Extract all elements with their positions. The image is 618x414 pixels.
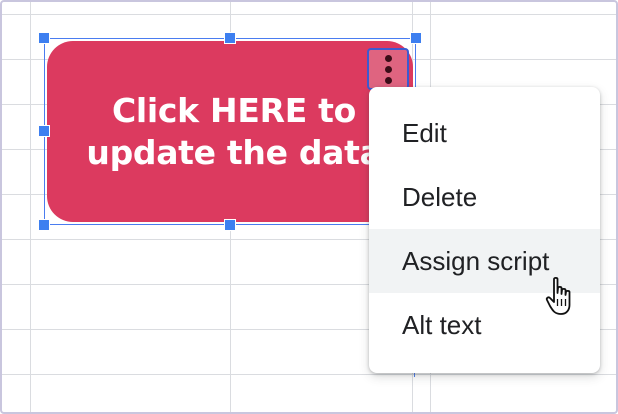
resize-handle-top-right[interactable] <box>410 32 422 44</box>
resize-handle-bottom[interactable] <box>224 219 236 231</box>
more-vert-icon <box>384 54 392 84</box>
menu-item-label: Alt text <box>402 309 482 340</box>
drawing-selection[interactable]: Click HERE to update the data <box>44 38 416 225</box>
resize-handle-top-left[interactable] <box>38 32 50 44</box>
menu-item-label: Assign script <box>402 245 550 276</box>
drawing-more-options-button[interactable] <box>367 48 409 90</box>
resize-handle-bottom-left[interactable] <box>38 219 50 231</box>
resize-handle-top[interactable] <box>224 32 236 44</box>
update-data-drawing-button[interactable]: Click HERE to update the data <box>47 41 413 222</box>
drawing-context-menu: Edit Delete Assign script Alt text <box>369 87 600 373</box>
hand-pointer-icon <box>545 276 571 315</box>
menu-item-edit[interactable]: Edit <box>369 101 600 165</box>
menu-item-delete[interactable]: Delete <box>369 165 600 229</box>
menu-item-label: Edit <box>402 117 447 148</box>
menu-item-label: Delete <box>402 181 478 212</box>
spreadsheet-grid[interactable]: Click HERE to update the data Edit Delet… <box>0 0 618 414</box>
drawing-label: Click HERE to update the data <box>86 90 382 172</box>
resize-handle-left[interactable] <box>38 125 50 137</box>
